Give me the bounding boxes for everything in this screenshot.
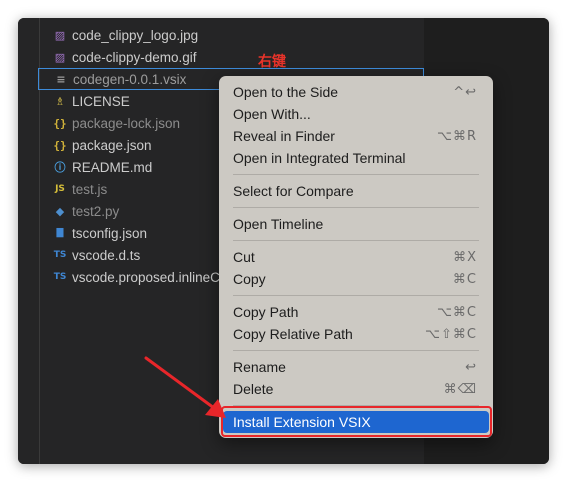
file-name: LICENSE [72,93,130,109]
typescript-icon: TS [53,272,67,282]
menu-separator [233,207,479,208]
menu-item-select-for-compare[interactable]: Select for Compare [223,180,489,202]
menu-item-delete[interactable]: Delete ⌘⌫ [223,378,489,400]
json-icon: {} [53,116,67,130]
menu-item-label: Install Extension VSIX [233,414,371,430]
menu-item-label: Reveal in Finder [233,128,335,144]
menu-item-shortcut: ⌘⌫ [443,381,477,397]
file-item[interactable]: ▨ code-clippy-demo.gif [18,46,424,68]
menu-separator [233,405,479,406]
file-lines-icon: ≡ [56,72,66,86]
menu-item-reveal-in-finder[interactable]: Reveal in Finder ⌥⌘R [223,125,489,147]
menu-item-copy[interactable]: Copy ⌘C [223,268,489,290]
file-name: package-lock.json [72,115,181,131]
menu-item-label: Copy Relative Path [233,326,353,342]
menu-item-shortcut: ⌘C [452,271,477,287]
menu-item-install-extension-vsix[interactable]: Install Extension VSIX [223,411,489,433]
file-name: test2.py [72,203,120,219]
menu-item-label: Copy [233,271,266,287]
menu-item-label: Open to the Side [233,84,339,100]
menu-item-label: Open Timeline [233,216,324,232]
menu-separator [233,174,479,175]
menu-item-open-in-integrated-terminal[interactable]: Open in Integrated Terminal [223,147,489,169]
menu-separator [233,350,479,351]
file-item[interactable]: ▨ code_clippy_logo.jpg [18,24,424,46]
file-name: codegen-0.0.1.vsix [73,71,187,87]
menu-item-shortcut: ⌘X [453,249,477,265]
javascript-icon: JS [55,184,65,194]
menu-item-shortcut: ⌥⌘R [436,128,477,144]
menu-separator [233,295,479,296]
file-name: tsconfig.json [72,225,148,241]
file-name: code_clippy_logo.jpg [72,27,199,43]
menu-item-label: Rename [233,359,286,375]
typescript-icon: TS [53,250,67,260]
menu-item-label: Open in Integrated Terminal [233,150,406,166]
menu-item-cut[interactable]: Cut ⌘X [223,246,489,268]
file-name: package.json [72,137,152,153]
json-icon: {} [53,138,67,152]
menu-item-rename[interactable]: Rename ↩ [223,356,489,378]
menu-separator [233,240,479,241]
menu-item-shortcut: ↩ [465,359,477,375]
python-icon: ◆ [55,204,65,218]
menu-item-open-timeline[interactable]: Open Timeline [223,213,489,235]
context-menu: Open to the Side ^↩ Open With... Reveal in … [219,76,493,438]
license-icon: ♗ [55,94,65,108]
menu-item-open-with[interactable]: Open With... [223,103,489,125]
menu-item-label: Select for Compare [233,183,354,199]
menu-item-copy-relative-path[interactable]: Copy Relative Path ⌥⇧⌘C [223,323,489,345]
menu-item-shortcut: ⌥⌘C [436,304,477,320]
image-icon: ▨ [54,50,66,64]
menu-item-copy-path[interactable]: Copy Path ⌥⌘C [223,301,489,323]
right-click-annotation: 右键 [258,54,286,70]
image-icon: ▨ [54,28,66,42]
menu-item-shortcut: ⌥⇧⌘C [425,326,477,342]
tsconfig-icon: ▇ [56,228,64,238]
menu-item-label: Cut [233,249,255,265]
file-name: code-clippy-demo.gif [72,49,197,65]
file-name: README.md [72,159,153,175]
menu-item-label: Open With... [233,106,311,122]
info-icon: ⓘ [54,161,66,174]
menu-item-shortcut: ^↩ [453,84,477,100]
menu-item-label: Copy Path [233,304,299,320]
file-name: test.js [72,181,108,197]
file-name: vscode.d.ts [72,247,141,263]
menu-item-open-to-the-side[interactable]: Open to the Side ^↩ [223,81,489,103]
menu-item-label: Delete [233,381,274,397]
